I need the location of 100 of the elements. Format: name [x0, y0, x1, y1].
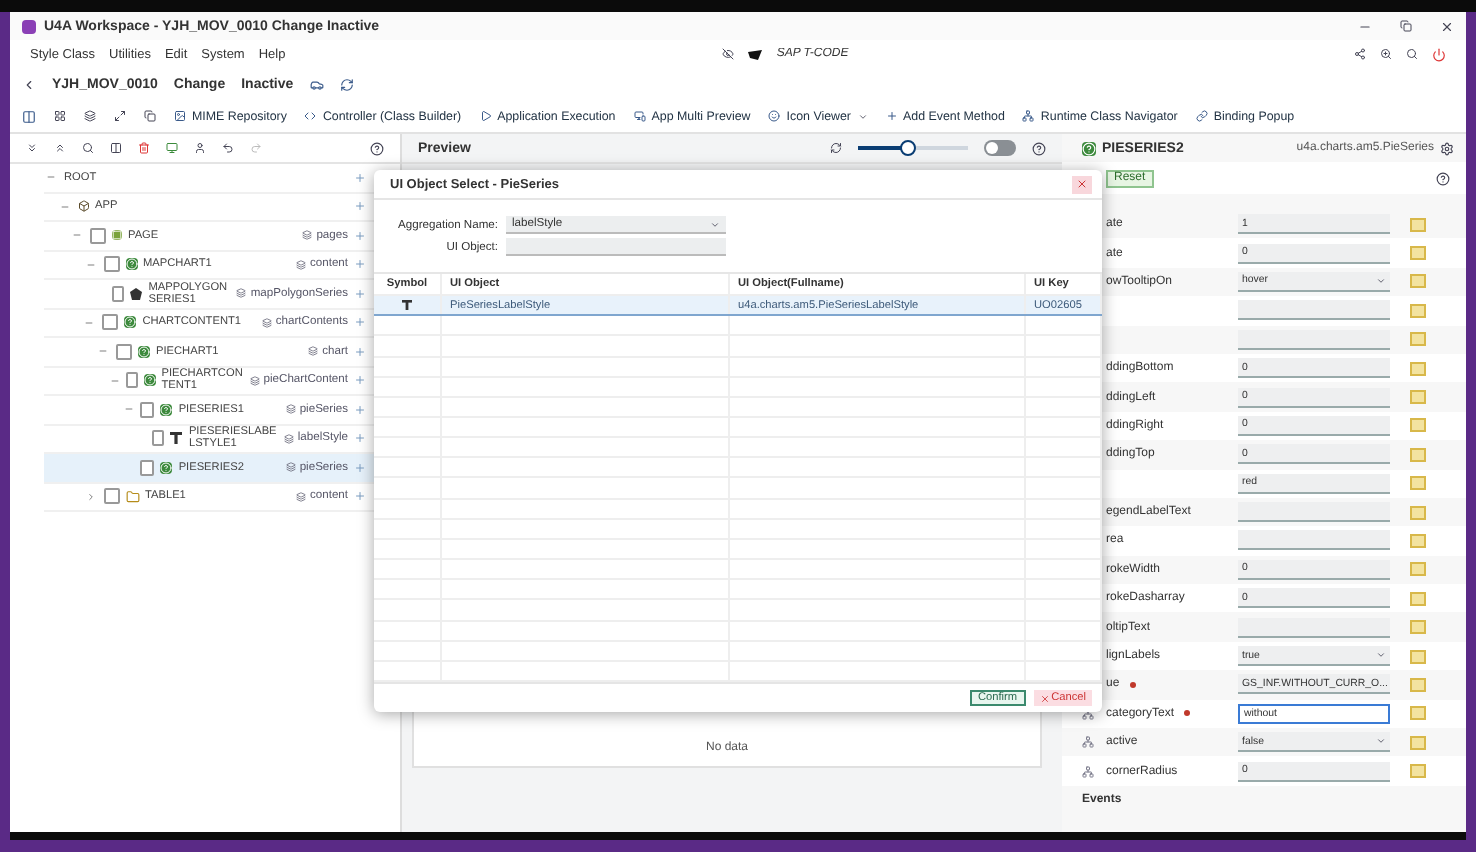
collapse-icon[interactable]: [44, 172, 58, 183]
eye-off-icon[interactable]: [722, 48, 735, 60]
checkbox[interactable]: [90, 227, 106, 244]
help-icon[interactable]: [370, 141, 384, 155]
add-icon[interactable]: [354, 229, 366, 242]
polygon-icon: [130, 287, 143, 300]
question-icon: [124, 316, 137, 329]
checkbox[interactable]: [102, 314, 119, 331]
zoom-icon[interactable]: [1380, 48, 1392, 60]
restore-icon[interactable]: [1400, 20, 1412, 32]
collapse-all-icon[interactable]: [26, 142, 38, 154]
add-icon[interactable]: [354, 200, 366, 213]
help-icon[interactable]: [1436, 171, 1450, 185]
expand-icon[interactable]: [83, 491, 97, 502]
property-field[interactable]: [1238, 300, 1390, 321]
aggregation-icon: [249, 375, 260, 386]
box-icon: [77, 200, 89, 213]
aggregation-icon: [302, 230, 313, 241]
question-icon: [143, 374, 156, 387]
collapse-icon[interactable]: [70, 230, 84, 241]
close-button[interactable]: [1072, 175, 1092, 193]
search-icon[interactable]: [82, 142, 94, 154]
checkbox[interactable]: [140, 401, 155, 418]
aggregation-icon: [285, 404, 296, 415]
image-icon: [174, 110, 186, 122]
back-icon[interactable]: [22, 77, 36, 91]
plus-icon: [885, 110, 897, 122]
collapse-icon[interactable]: [83, 317, 97, 328]
refresh-icon[interactable]: [830, 142, 842, 154]
user-icon[interactable]: [194, 142, 206, 154]
columns-icon[interactable]: [22, 109, 36, 123]
question-icon: [160, 461, 173, 474]
checkbox[interactable]: [125, 372, 138, 389]
caret-icon: [1376, 736, 1386, 747]
text-style-icon: [170, 432, 183, 445]
collapse-icon[interactable]: [83, 259, 97, 270]
shape-icon: [748, 49, 763, 59]
aggregation-icon: [283, 433, 294, 444]
undo-icon[interactable]: [222, 142, 234, 154]
code-icon: [304, 110, 317, 122]
question-icon: [125, 258, 137, 271]
add-icon[interactable]: [354, 287, 366, 300]
checkbox[interactable]: [103, 256, 119, 273]
car-icon[interactable]: [309, 77, 324, 91]
caret-icon: [1376, 650, 1386, 661]
checkbox[interactable]: [111, 285, 125, 302]
toggle-switch[interactable]: [984, 140, 1016, 156]
power-icon[interactable]: [1432, 47, 1446, 61]
checkbox[interactable]: [151, 430, 165, 447]
caret-icon: [710, 219, 720, 229]
collapse-icon[interactable]: [96, 346, 110, 357]
folder-icon: [125, 489, 139, 504]
caret-icon: [1376, 275, 1386, 286]
collapse-icon[interactable]: [109, 375, 119, 386]
settings-icon[interactable]: [1440, 141, 1454, 155]
question-icon: [1082, 141, 1096, 155]
checkbox[interactable]: [140, 459, 155, 476]
aggregation-icon: [308, 346, 319, 357]
text-style-icon: [402, 300, 412, 311]
redo-icon[interactable]: [250, 142, 262, 154]
search-icon[interactable]: [1406, 48, 1418, 60]
question-icon: [138, 345, 150, 358]
add-icon[interactable]: [354, 403, 366, 416]
add-icon[interactable]: [354, 374, 366, 387]
question-icon: [160, 403, 173, 416]
columns-icon[interactable]: [110, 142, 122, 154]
property-field[interactable]: [1238, 617, 1390, 638]
add-icon[interactable]: [354, 490, 366, 503]
property-field[interactable]: [1238, 502, 1390, 523]
add-icon[interactable]: [354, 461, 366, 474]
monitor-icon[interactable]: [166, 142, 178, 154]
close-icon[interactable]: [1440, 19, 1454, 33]
help-icon[interactable]: [1032, 141, 1046, 155]
collapse-icon[interactable]: [122, 404, 135, 415]
property-field[interactable]: [1238, 530, 1390, 551]
add-icon[interactable]: [354, 258, 366, 271]
property-field[interactable]: [1238, 329, 1390, 350]
add-icon[interactable]: [354, 171, 366, 184]
page-icon: [112, 230, 122, 241]
aggregation-icon: [285, 462, 296, 473]
aggregation-icon: [295, 259, 306, 270]
add-icon[interactable]: [354, 316, 366, 329]
aggregation-icon: [261, 317, 272, 328]
checkbox[interactable]: [103, 488, 119, 505]
input-field[interactable]: [506, 238, 726, 256]
expand-all-icon[interactable]: [54, 142, 66, 154]
collapse-icon[interactable]: [57, 201, 71, 212]
refresh-icon[interactable]: [339, 77, 354, 91]
duplicate-icon[interactable]: [144, 110, 156, 122]
smiley-icon: [768, 110, 781, 122]
grid-icon[interactable]: [54, 110, 66, 122]
add-icon[interactable]: [354, 345, 366, 358]
slider-thumb[interactable]: [899, 140, 916, 156]
add-icon[interactable]: [354, 432, 366, 445]
aggregation-icon: [295, 491, 306, 502]
share-icon[interactable]: [1354, 48, 1366, 60]
network-icon: [1022, 110, 1035, 122]
checkbox[interactable]: [116, 343, 132, 360]
database-icon[interactable]: [84, 110, 96, 122]
delete-icon[interactable]: [138, 142, 150, 154]
